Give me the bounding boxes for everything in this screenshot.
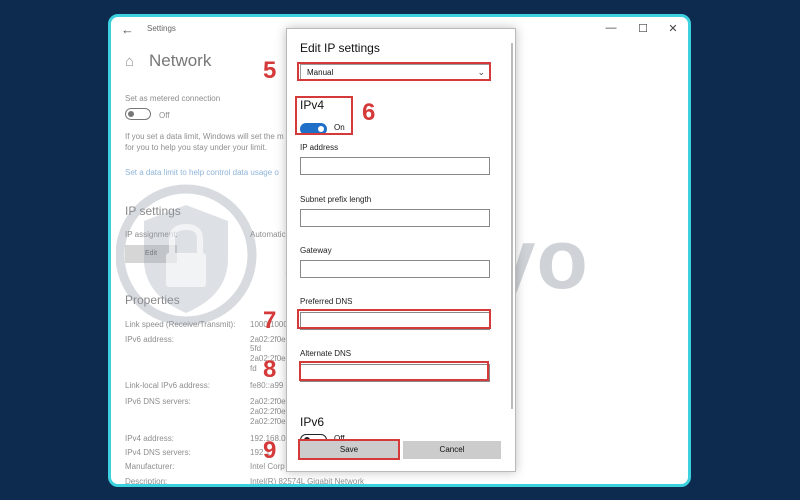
prop-value: 2a02:2f0e <box>250 407 286 416</box>
data-limit-text-1: If you set a data limit, Windows will se… <box>125 132 284 141</box>
prop-value: 2a02:2f0e <box>250 397 286 406</box>
cancel-button[interactable]: Cancel <box>403 441 501 459</box>
dialog-title: Edit IP settings <box>300 41 380 55</box>
prop-value: Intel(R) 82574L Gigabit Network <box>250 477 364 486</box>
field-label: Subnet prefix length <box>300 195 372 204</box>
page-title: Network <box>149 51 212 70</box>
step-number: 9 <box>263 437 277 464</box>
maximize-button[interactable]: ☐ <box>636 22 650 35</box>
edit-ip-settings-dialog: Edit IP settings Manual ⌄ IPv4 On IP add… <box>286 28 516 472</box>
subnet-prefix-input[interactable] <box>300 209 490 227</box>
step-number: 6 <box>362 99 376 126</box>
highlight-dropdown <box>297 62 491 81</box>
prop-label: Manufacturer: <box>125 462 175 471</box>
safelyo-shield-logo <box>116 184 257 326</box>
window-title: Settings <box>147 24 176 33</box>
step-number: 8 <box>263 356 277 383</box>
minimize-button[interactable]: — <box>604 22 618 34</box>
highlight-ipv4-toggle <box>295 96 353 135</box>
prop-label: IPv6 address: <box>125 335 174 344</box>
back-arrow-icon[interactable]: ← <box>121 22 134 37</box>
scrollbar[interactable] <box>511 43 513 409</box>
field-label: Gateway <box>300 246 332 255</box>
metered-value: Off <box>159 111 170 120</box>
step-number: 7 <box>263 307 277 334</box>
highlight-alternate-dns <box>299 361 489 381</box>
prop-value: 2a02:2f0e <box>250 417 286 426</box>
prop-value: 2a02:2f0e <box>250 335 286 344</box>
prop-label: Description: <box>125 477 168 486</box>
gateway-input[interactable] <box>300 260 490 278</box>
prop-label: IPv4 DNS servers: <box>125 448 191 457</box>
field-label: Alternate DNS <box>300 349 352 358</box>
data-limit-text-2: for you to help you stay under your limi… <box>125 143 267 152</box>
prop-value: fd <box>250 364 257 373</box>
prop-label: IPv4 address: <box>125 434 174 443</box>
highlight-save <box>298 439 400 460</box>
close-button[interactable]: ✕ <box>666 22 680 35</box>
home-icon[interactable]: ⌂ <box>125 53 134 70</box>
prop-value: 5fd <box>250 344 262 353</box>
metered-label: Set as metered connection <box>125 94 221 103</box>
highlight-preferred-dns <box>297 309 491 329</box>
ip-address-input[interactable] <box>300 157 490 175</box>
field-label: IP address <box>300 143 339 152</box>
step-number: 5 <box>263 57 277 84</box>
field-label: Preferred DNS <box>300 297 353 306</box>
prop-label: Link-local IPv6 address: <box>125 381 210 390</box>
metered-toggle[interactable] <box>125 108 151 120</box>
prop-label: IPv6 DNS servers: <box>125 397 191 406</box>
ipv6-heading: IPv6 <box>300 415 325 429</box>
